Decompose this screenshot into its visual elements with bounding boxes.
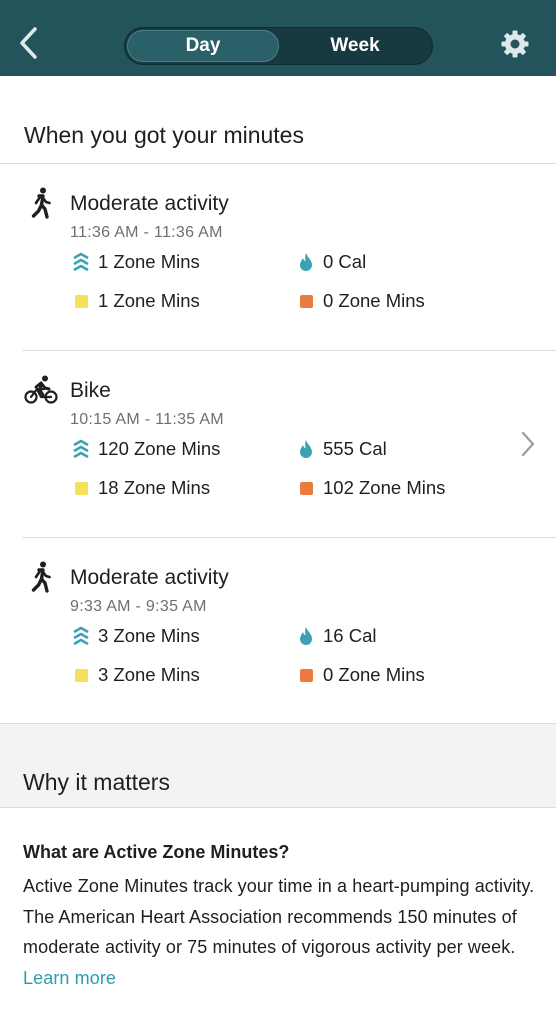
flame-icon bbox=[296, 626, 316, 646]
cardio-stat: 0 Zone Mins bbox=[296, 290, 425, 312]
zone-mins-value: 3 Zone Mins bbox=[98, 625, 200, 646]
day-week-toggle: Day Week bbox=[124, 27, 433, 65]
activity-card[interactable]: Bike 10:15 AM - 11:35 AM 120 Zone Mins 5… bbox=[0, 351, 556, 537]
faq-question: What are Active Zone Minutes? bbox=[23, 842, 290, 862]
calories-stat: 555 Cal bbox=[296, 438, 387, 460]
calories-value: 16 Cal bbox=[323, 625, 377, 646]
cardio-swatch bbox=[299, 294, 313, 308]
fat-burn-stat: 3 Zone Mins bbox=[71, 664, 200, 686]
zone-mins-value: 1 Zone Mins bbox=[98, 251, 200, 272]
cardio-swatch bbox=[299, 668, 313, 682]
bike-icon bbox=[24, 373, 58, 407]
cardio-value: 0 Zone Mins bbox=[323, 290, 425, 311]
faq-answer: Active Zone Minutes track your time in a… bbox=[23, 871, 538, 993]
back-button[interactable] bbox=[12, 24, 44, 66]
fat-burn-swatch bbox=[74, 294, 88, 308]
fat-burn-value: 3 Zone Mins bbox=[98, 664, 200, 685]
cardio-value: 102 Zone Mins bbox=[323, 477, 446, 498]
walking-icon bbox=[24, 186, 58, 220]
activity-card[interactable]: Moderate activity 11:36 AM - 11:36 AM 1 … bbox=[0, 164, 556, 350]
minutes-section-title: When you got your minutes bbox=[24, 122, 304, 148]
zone-mins-value: 120 Zone Mins bbox=[98, 438, 221, 459]
walking-icon bbox=[24, 560, 58, 594]
flame-icon bbox=[296, 439, 316, 459]
chevron-left-icon bbox=[17, 26, 39, 65]
activity-title: Moderate activity bbox=[70, 192, 229, 215]
top-bar: Day Week bbox=[0, 0, 556, 76]
flame-icon bbox=[296, 252, 316, 272]
activity-time: 10:15 AM - 11:35 AM bbox=[70, 411, 224, 428]
calories-value: 555 Cal bbox=[323, 438, 387, 459]
cardio-stat: 0 Zone Mins bbox=[296, 664, 425, 686]
zone-chevrons-icon bbox=[71, 439, 91, 459]
learn-more-link[interactable]: Learn more bbox=[23, 968, 116, 988]
tab-day[interactable]: Day bbox=[127, 30, 279, 62]
cardio-value: 0 Zone Mins bbox=[323, 664, 425, 685]
fat-burn-swatch bbox=[74, 668, 88, 682]
activity-time: 9:33 AM - 9:35 AM bbox=[70, 598, 207, 615]
zone-chevrons-icon bbox=[71, 626, 91, 646]
activity-time: 11:36 AM - 11:36 AM bbox=[70, 224, 223, 241]
activity-title: Moderate activity bbox=[70, 566, 229, 589]
why-section-title: Why it matters bbox=[23, 769, 170, 795]
calories-value: 0 Cal bbox=[323, 251, 367, 272]
zone-chevrons-icon bbox=[71, 252, 91, 272]
calories-stat: 0 Cal bbox=[296, 251, 366, 273]
gear-icon bbox=[500, 29, 530, 64]
settings-button[interactable] bbox=[498, 29, 532, 63]
zone-mins-stat: 1 Zone Mins bbox=[71, 251, 200, 273]
cardio-swatch bbox=[299, 481, 313, 495]
fat-burn-value: 18 Zone Mins bbox=[98, 477, 211, 498]
calories-stat: 16 Cal bbox=[296, 625, 376, 647]
zone-mins-stat: 120 Zone Mins bbox=[71, 438, 220, 460]
fat-burn-value: 1 Zone Mins bbox=[98, 290, 200, 311]
faq-answer-text: Active Zone Minutes track your time in a… bbox=[23, 876, 535, 957]
activity-card[interactable]: Moderate activity 9:33 AM - 9:35 AM 3 Zo… bbox=[0, 538, 556, 724]
fat-burn-swatch bbox=[74, 481, 88, 495]
fat-burn-stat: 18 Zone Mins bbox=[71, 477, 210, 499]
cardio-stat: 102 Zone Mins bbox=[296, 477, 445, 499]
chevron-right-icon[interactable] bbox=[516, 429, 540, 459]
activity-title: Bike bbox=[70, 379, 111, 402]
zone-mins-stat: 3 Zone Mins bbox=[71, 625, 200, 647]
tab-week[interactable]: Week bbox=[279, 30, 431, 62]
why-section-header: Why it matters bbox=[0, 724, 556, 808]
fat-burn-stat: 1 Zone Mins bbox=[71, 290, 200, 312]
